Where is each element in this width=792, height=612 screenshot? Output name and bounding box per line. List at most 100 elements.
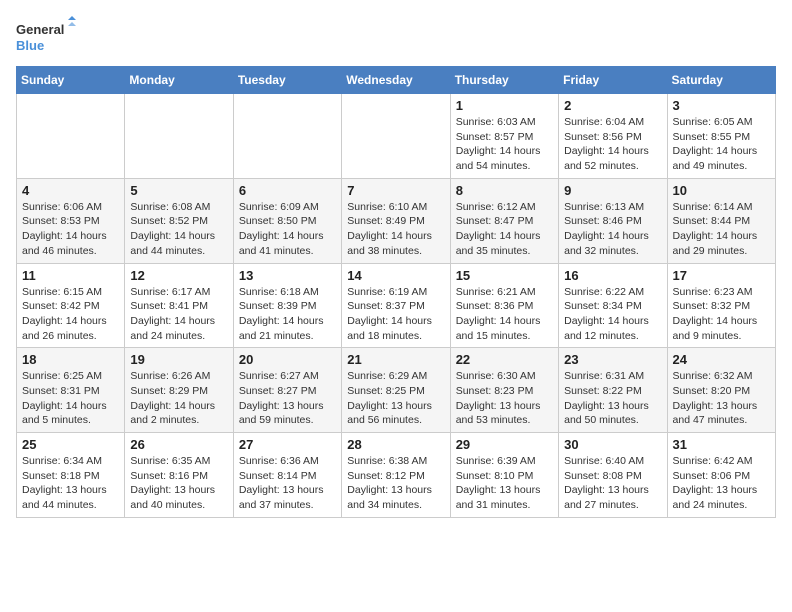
calendar-day-26: 26 Sunrise: 6:35 AM Sunset: 8:16 PM Dayli… bbox=[125, 433, 233, 518]
logo-svg: General Blue bbox=[16, 16, 76, 56]
logo: General Blue bbox=[16, 16, 76, 56]
calendar-day-15: 15 Sunrise: 6:21 AM Sunset: 8:36 PM Dayli… bbox=[450, 263, 558, 348]
day-number: 20 bbox=[239, 352, 336, 367]
day-number: 1 bbox=[456, 98, 553, 113]
weekday-header-row: SundayMondayTuesdayWednesdayThursdayFrid… bbox=[17, 67, 776, 94]
day-info: Sunrise: 6:42 AM Sunset: 8:06 PM Dayligh… bbox=[673, 454, 770, 513]
day-info: Sunrise: 6:17 AM Sunset: 8:41 PM Dayligh… bbox=[130, 285, 227, 344]
weekday-header-tuesday: Tuesday bbox=[233, 67, 341, 94]
calendar-week-row: 4 Sunrise: 6:06 AM Sunset: 8:53 PM Daylig… bbox=[17, 178, 776, 263]
calendar-day-23: 23 Sunrise: 6:31 AM Sunset: 8:22 PM Dayli… bbox=[559, 348, 667, 433]
day-info: Sunrise: 6:39 AM Sunset: 8:10 PM Dayligh… bbox=[456, 454, 553, 513]
weekday-header-saturday: Saturday bbox=[667, 67, 775, 94]
day-number: 10 bbox=[673, 183, 770, 198]
day-number: 5 bbox=[130, 183, 227, 198]
day-number: 17 bbox=[673, 268, 770, 283]
day-number: 22 bbox=[456, 352, 553, 367]
day-info: Sunrise: 6:09 AM Sunset: 8:50 PM Dayligh… bbox=[239, 200, 336, 259]
day-number: 6 bbox=[239, 183, 336, 198]
calendar-empty bbox=[17, 94, 125, 179]
day-info: Sunrise: 6:04 AM Sunset: 8:56 PM Dayligh… bbox=[564, 115, 661, 174]
weekday-header-monday: Monday bbox=[125, 67, 233, 94]
calendar-day-11: 11 Sunrise: 6:15 AM Sunset: 8:42 PM Dayli… bbox=[17, 263, 125, 348]
day-number: 2 bbox=[564, 98, 661, 113]
day-info: Sunrise: 6:35 AM Sunset: 8:16 PM Dayligh… bbox=[130, 454, 227, 513]
calendar-day-22: 22 Sunrise: 6:30 AM Sunset: 8:23 PM Dayli… bbox=[450, 348, 558, 433]
day-info: Sunrise: 6:15 AM Sunset: 8:42 PM Dayligh… bbox=[22, 285, 119, 344]
calendar-day-21: 21 Sunrise: 6:29 AM Sunset: 8:25 PM Dayli… bbox=[342, 348, 450, 433]
day-info: Sunrise: 6:10 AM Sunset: 8:49 PM Dayligh… bbox=[347, 200, 444, 259]
day-number: 12 bbox=[130, 268, 227, 283]
day-info: Sunrise: 6:14 AM Sunset: 8:44 PM Dayligh… bbox=[673, 200, 770, 259]
calendar-week-row: 1 Sunrise: 6:03 AM Sunset: 8:57 PM Daylig… bbox=[17, 94, 776, 179]
calendar-day-17: 17 Sunrise: 6:23 AM Sunset: 8:32 PM Dayli… bbox=[667, 263, 775, 348]
calendar-day-2: 2 Sunrise: 6:04 AM Sunset: 8:56 PM Daylig… bbox=[559, 94, 667, 179]
calendar-day-28: 28Sunrise: 6:38 AM Sunset: 8:12 PM Dayli… bbox=[342, 433, 450, 518]
day-info: Sunrise: 6:03 AM Sunset: 8:57 PM Dayligh… bbox=[456, 115, 553, 174]
day-number: 8 bbox=[456, 183, 553, 198]
day-number: 11 bbox=[22, 268, 119, 283]
day-number: 4 bbox=[22, 183, 119, 198]
calendar-day-8: 8 Sunrise: 6:12 AM Sunset: 8:47 PM Daylig… bbox=[450, 178, 558, 263]
day-info: Sunrise: 6:30 AM Sunset: 8:23 PM Dayligh… bbox=[456, 369, 553, 428]
day-info: Sunrise: 6:23 AM Sunset: 8:32 PM Dayligh… bbox=[673, 285, 770, 344]
calendar-day-5: 5 Sunrise: 6:08 AM Sunset: 8:52 PM Daylig… bbox=[125, 178, 233, 263]
day-info: Sunrise: 6:29 AM Sunset: 8:25 PM Dayligh… bbox=[347, 369, 444, 428]
calendar-empty bbox=[233, 94, 341, 179]
calendar-day-13: 13Sunrise: 6:18 AM Sunset: 8:39 PM Dayli… bbox=[233, 263, 341, 348]
calendar-week-row: 25Sunrise: 6:34 AM Sunset: 8:18 PM Dayli… bbox=[17, 433, 776, 518]
day-number: 26 bbox=[130, 437, 227, 452]
calendar-day-7: 7Sunrise: 6:10 AM Sunset: 8:49 PM Daylig… bbox=[342, 178, 450, 263]
day-info: Sunrise: 6:06 AM Sunset: 8:53 PM Dayligh… bbox=[22, 200, 119, 259]
calendar-day-4: 4 Sunrise: 6:06 AM Sunset: 8:53 PM Daylig… bbox=[17, 178, 125, 263]
day-number: 18 bbox=[22, 352, 119, 367]
calendar-day-20: 20 Sunrise: 6:27 AM Sunset: 8:27 PM Dayli… bbox=[233, 348, 341, 433]
day-number: 25 bbox=[22, 437, 119, 452]
weekday-header-friday: Friday bbox=[559, 67, 667, 94]
day-info: Sunrise: 6:19 AM Sunset: 8:37 PM Dayligh… bbox=[347, 285, 444, 344]
calendar-day-6: 6 Sunrise: 6:09 AM Sunset: 8:50 PM Daylig… bbox=[233, 178, 341, 263]
calendar-day-31: 31 Sunrise: 6:42 AM Sunset: 8:06 PM Dayli… bbox=[667, 433, 775, 518]
day-number: 9 bbox=[564, 183, 661, 198]
calendar-week-row: 18 Sunrise: 6:25 AM Sunset: 8:31 PM Dayli… bbox=[17, 348, 776, 433]
calendar-day-1: 1 Sunrise: 6:03 AM Sunset: 8:57 PM Daylig… bbox=[450, 94, 558, 179]
calendar-day-14: 14 Sunrise: 6:19 AM Sunset: 8:37 PM Dayli… bbox=[342, 263, 450, 348]
day-info: Sunrise: 6:13 AM Sunset: 8:46 PM Dayligh… bbox=[564, 200, 661, 259]
day-info: Sunrise: 6:27 AM Sunset: 8:27 PM Dayligh… bbox=[239, 369, 336, 428]
day-number: 31 bbox=[673, 437, 770, 452]
calendar-day-25: 25Sunrise: 6:34 AM Sunset: 8:18 PM Dayli… bbox=[17, 433, 125, 518]
day-number: 27 bbox=[239, 437, 336, 452]
day-number: 29 bbox=[456, 437, 553, 452]
day-number: 21 bbox=[347, 352, 444, 367]
day-number: 13 bbox=[239, 268, 336, 283]
day-number: 23 bbox=[564, 352, 661, 367]
calendar-day-30: 30Sunrise: 6:40 AM Sunset: 8:08 PM Dayli… bbox=[559, 433, 667, 518]
day-number: 14 bbox=[347, 268, 444, 283]
svg-text:General: General bbox=[16, 22, 64, 37]
calendar-day-24: 24Sunrise: 6:32 AM Sunset: 8:20 PM Dayli… bbox=[667, 348, 775, 433]
day-number: 15 bbox=[456, 268, 553, 283]
calendar-day-18: 18 Sunrise: 6:25 AM Sunset: 8:31 PM Dayli… bbox=[17, 348, 125, 433]
weekday-header-thursday: Thursday bbox=[450, 67, 558, 94]
calendar-day-29: 29 Sunrise: 6:39 AM Sunset: 8:10 PM Dayli… bbox=[450, 433, 558, 518]
day-number: 3 bbox=[673, 98, 770, 113]
day-info: Sunrise: 6:08 AM Sunset: 8:52 PM Dayligh… bbox=[130, 200, 227, 259]
calendar-day-19: 19Sunrise: 6:26 AM Sunset: 8:29 PM Dayli… bbox=[125, 348, 233, 433]
calendar-day-12: 12 Sunrise: 6:17 AM Sunset: 8:41 PM Dayli… bbox=[125, 263, 233, 348]
page-header: General Blue bbox=[16, 16, 776, 56]
day-info: Sunrise: 6:25 AM Sunset: 8:31 PM Dayligh… bbox=[22, 369, 119, 428]
weekday-header-sunday: Sunday bbox=[17, 67, 125, 94]
calendar-table: SundayMondayTuesdayWednesdayThursdayFrid… bbox=[16, 66, 776, 518]
svg-text:Blue: Blue bbox=[16, 38, 44, 53]
day-number: 24 bbox=[673, 352, 770, 367]
day-info: Sunrise: 6:36 AM Sunset: 8:14 PM Dayligh… bbox=[239, 454, 336, 513]
day-info: Sunrise: 6:05 AM Sunset: 8:55 PM Dayligh… bbox=[673, 115, 770, 174]
calendar-day-3: 3 Sunrise: 6:05 AM Sunset: 8:55 PM Daylig… bbox=[667, 94, 775, 179]
day-info: Sunrise: 6:31 AM Sunset: 8:22 PM Dayligh… bbox=[564, 369, 661, 428]
calendar-week-row: 11 Sunrise: 6:15 AM Sunset: 8:42 PM Dayli… bbox=[17, 263, 776, 348]
day-number: 16 bbox=[564, 268, 661, 283]
calendar-day-9: 9 Sunrise: 6:13 AM Sunset: 8:46 PM Daylig… bbox=[559, 178, 667, 263]
day-info: Sunrise: 6:21 AM Sunset: 8:36 PM Dayligh… bbox=[456, 285, 553, 344]
calendar-day-27: 27 Sunrise: 6:36 AM Sunset: 8:14 PM Dayli… bbox=[233, 433, 341, 518]
day-info: Sunrise: 6:12 AM Sunset: 8:47 PM Dayligh… bbox=[456, 200, 553, 259]
